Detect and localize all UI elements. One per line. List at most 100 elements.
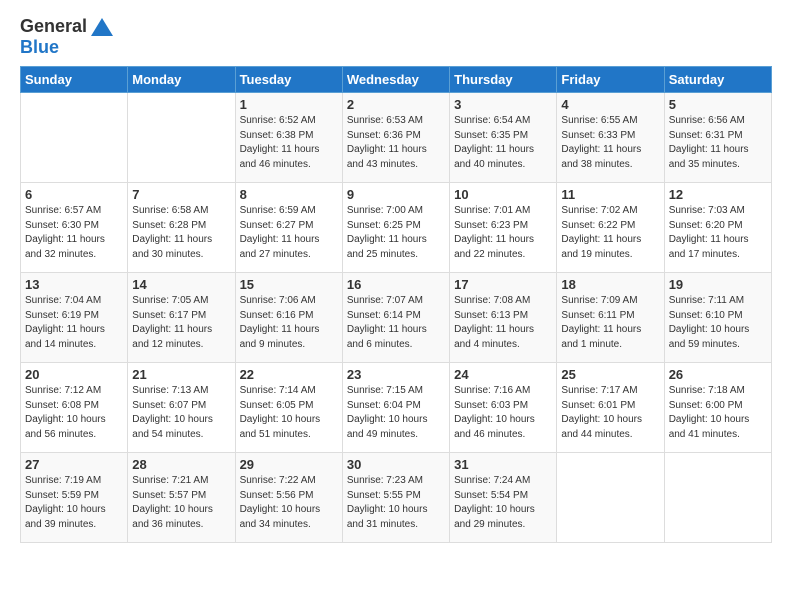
calendar-cell: 21 Sunrise: 7:13 AM Sunset: 6:07 PM Dayli… — [128, 363, 235, 453]
day-info: Sunrise: 6:57 AM Sunset: 6:30 PM Dayligh… — [25, 204, 123, 262]
calendar-week-row: 1Sunrise: 6:52 AM Sunset: 6:38 PM Daylig… — [21, 93, 772, 183]
day-number: 19 — [669, 277, 767, 292]
day-info: Sunrise: 7:23 AM Sunset: 5:55 PM Dayligh… — [347, 474, 445, 532]
calendar-cell — [664, 453, 771, 543]
calendar-cell: 30 Sunrise: 7:23 AM Sunset: 5:55 PM Dayli… — [342, 453, 449, 543]
calendar-cell: 16 Sunrise: 7:07 AM Sunset: 6:14 PM Dayli… — [342, 273, 449, 363]
logo-blue: Blue — [20, 37, 59, 57]
calendar-cell: 22 Sunrise: 7:14 AM Sunset: 6:05 PM Dayli… — [235, 363, 342, 453]
day-number: 10 — [454, 187, 552, 202]
day-info: Sunrise: 6:59 AM Sunset: 6:27 PM Dayligh… — [240, 204, 338, 262]
day-number: 22 — [240, 367, 338, 382]
logo: General Blue — [20, 16, 113, 58]
calendar-cell: 27 Sunrise: 7:19 AM Sunset: 5:59 PM Dayli… — [21, 453, 128, 543]
calendar-week-row: 20Sunrise: 7:12 AM Sunset: 6:08 PM Dayli… — [21, 363, 772, 453]
calendar-cell: 5 Sunrise: 6:56 AM Sunset: 6:31 PM Daylig… — [664, 93, 771, 183]
calendar-cell: 17 Sunrise: 7:08 AM Sunset: 6:13 PM Dayli… — [450, 273, 557, 363]
day-number: 18 — [561, 277, 659, 292]
day-number: 16 — [347, 277, 445, 292]
calendar-cell: 11 Sunrise: 7:02 AM Sunset: 6:22 PM Dayli… — [557, 183, 664, 273]
day-number: 30 — [347, 457, 445, 472]
calendar-cell: 20Sunrise: 7:12 AM Sunset: 6:08 PM Dayli… — [21, 363, 128, 453]
day-info: Sunrise: 7:16 AM Sunset: 6:03 PM Dayligh… — [454, 384, 552, 442]
day-info: Sunrise: 7:01 AM Sunset: 6:23 PM Dayligh… — [454, 204, 552, 262]
day-info: Sunrise: 6:54 AM Sunset: 6:35 PM Dayligh… — [454, 114, 552, 172]
day-info: Sunrise: 6:58 AM Sunset: 6:28 PM Dayligh… — [132, 204, 230, 262]
calendar-cell — [128, 93, 235, 183]
calendar-cell: 14 Sunrise: 7:05 AM Sunset: 6:17 PM Dayli… — [128, 273, 235, 363]
day-number: 5 — [669, 97, 767, 112]
calendar-cell: 6Sunrise: 6:57 AM Sunset: 6:30 PM Daylig… — [21, 183, 128, 273]
day-number: 3 — [454, 97, 552, 112]
day-number: 8 — [240, 187, 338, 202]
calendar-cell: 2Sunrise: 6:53 AM Sunset: 6:36 PM Daylig… — [342, 93, 449, 183]
logo-general: General — [20, 16, 87, 37]
page-container: General Blue SundayMondayTuesdayWednesda… — [0, 0, 792, 559]
day-info: Sunrise: 6:56 AM Sunset: 6:31 PM Dayligh… — [669, 114, 767, 172]
day-info: Sunrise: 7:12 AM Sunset: 6:08 PM Dayligh… — [25, 384, 123, 442]
calendar-cell: 8 Sunrise: 6:59 AM Sunset: 6:27 PM Daylig… — [235, 183, 342, 273]
day-info: Sunrise: 7:19 AM Sunset: 5:59 PM Dayligh… — [25, 474, 123, 532]
calendar-week-row: 27 Sunrise: 7:19 AM Sunset: 5:59 PM Dayli… — [21, 453, 772, 543]
day-info: Sunrise: 7:17 AM Sunset: 6:01 PM Dayligh… — [561, 384, 659, 442]
day-number: 15 — [240, 277, 338, 292]
calendar-cell: 1Sunrise: 6:52 AM Sunset: 6:38 PM Daylig… — [235, 93, 342, 183]
calendar-cell: 31 Sunrise: 7:24 AM Sunset: 5:54 PM Dayli… — [450, 453, 557, 543]
day-info: Sunrise: 7:13 AM Sunset: 6:07 PM Dayligh… — [132, 384, 230, 442]
weekday-header: Saturday — [664, 67, 771, 93]
day-number: 29 — [240, 457, 338, 472]
day-info: Sunrise: 7:09 AM Sunset: 6:11 PM Dayligh… — [561, 294, 659, 352]
day-number: 1 — [240, 97, 338, 112]
day-number: 7 — [132, 187, 230, 202]
calendar-cell: 26 Sunrise: 7:18 AM Sunset: 6:00 PM Dayli… — [664, 363, 771, 453]
calendar-cell: 25 Sunrise: 7:17 AM Sunset: 6:01 PM Dayli… — [557, 363, 664, 453]
weekday-header: Thursday — [450, 67, 557, 93]
calendar-header-row: SundayMondayTuesdayWednesdayThursdayFrid… — [21, 67, 772, 93]
day-info: Sunrise: 7:18 AM Sunset: 6:00 PM Dayligh… — [669, 384, 767, 442]
day-info: Sunrise: 7:07 AM Sunset: 6:14 PM Dayligh… — [347, 294, 445, 352]
day-number: 12 — [669, 187, 767, 202]
day-number: 31 — [454, 457, 552, 472]
calendar-cell: 9Sunrise: 7:00 AM Sunset: 6:25 PM Daylig… — [342, 183, 449, 273]
calendar-cell: 19 Sunrise: 7:11 AM Sunset: 6:10 PM Dayli… — [664, 273, 771, 363]
day-info: Sunrise: 7:24 AM Sunset: 5:54 PM Dayligh… — [454, 474, 552, 532]
calendar-cell: 18 Sunrise: 7:09 AM Sunset: 6:11 PM Dayli… — [557, 273, 664, 363]
calendar-cell: 13Sunrise: 7:04 AM Sunset: 6:19 PM Dayli… — [21, 273, 128, 363]
weekday-header: Sunday — [21, 67, 128, 93]
day-number: 21 — [132, 367, 230, 382]
day-info: Sunrise: 6:55 AM Sunset: 6:33 PM Dayligh… — [561, 114, 659, 172]
day-info: Sunrise: 7:04 AM Sunset: 6:19 PM Dayligh… — [25, 294, 123, 352]
calendar-cell — [21, 93, 128, 183]
day-info: Sunrise: 7:14 AM Sunset: 6:05 PM Dayligh… — [240, 384, 338, 442]
day-number: 26 — [669, 367, 767, 382]
day-number: 17 — [454, 277, 552, 292]
calendar-cell: 24Sunrise: 7:16 AM Sunset: 6:03 PM Dayli… — [450, 363, 557, 453]
calendar-cell: 23Sunrise: 7:15 AM Sunset: 6:04 PM Dayli… — [342, 363, 449, 453]
day-info: Sunrise: 7:22 AM Sunset: 5:56 PM Dayligh… — [240, 474, 338, 532]
calendar-table: SundayMondayTuesdayWednesdayThursdayFrid… — [20, 66, 772, 543]
day-info: Sunrise: 7:02 AM Sunset: 6:22 PM Dayligh… — [561, 204, 659, 262]
day-info: Sunrise: 7:21 AM Sunset: 5:57 PM Dayligh… — [132, 474, 230, 532]
calendar-week-row: 6Sunrise: 6:57 AM Sunset: 6:30 PM Daylig… — [21, 183, 772, 273]
day-info: Sunrise: 7:03 AM Sunset: 6:20 PM Dayligh… — [669, 204, 767, 262]
calendar-cell — [557, 453, 664, 543]
logo-icon — [91, 18, 113, 36]
calendar-cell: 15Sunrise: 7:06 AM Sunset: 6:16 PM Dayli… — [235, 273, 342, 363]
calendar-cell: 28Sunrise: 7:21 AM Sunset: 5:57 PM Dayli… — [128, 453, 235, 543]
day-number: 14 — [132, 277, 230, 292]
header: General Blue — [20, 16, 772, 58]
weekday-header: Monday — [128, 67, 235, 93]
day-number: 25 — [561, 367, 659, 382]
day-info: Sunrise: 7:11 AM Sunset: 6:10 PM Dayligh… — [669, 294, 767, 352]
day-info: Sunrise: 7:05 AM Sunset: 6:17 PM Dayligh… — [132, 294, 230, 352]
day-number: 2 — [347, 97, 445, 112]
day-number: 9 — [347, 187, 445, 202]
day-number: 11 — [561, 187, 659, 202]
calendar-cell: 3 Sunrise: 6:54 AM Sunset: 6:35 PM Daylig… — [450, 93, 557, 183]
calendar-cell: 29 Sunrise: 7:22 AM Sunset: 5:56 PM Dayli… — [235, 453, 342, 543]
day-number: 27 — [25, 457, 123, 472]
day-number: 4 — [561, 97, 659, 112]
calendar-cell: 10 Sunrise: 7:01 AM Sunset: 6:23 PM Dayli… — [450, 183, 557, 273]
day-info: Sunrise: 7:08 AM Sunset: 6:13 PM Dayligh… — [454, 294, 552, 352]
weekday-header: Tuesday — [235, 67, 342, 93]
